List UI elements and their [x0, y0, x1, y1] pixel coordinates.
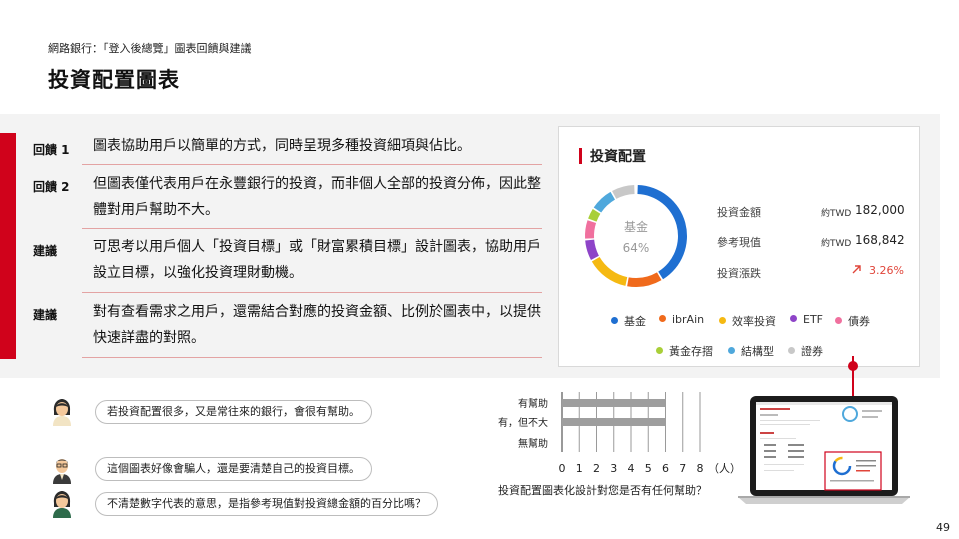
feedback-text: 但圖表僅代表用戶在永豐銀行的投資，而非個人全部的投資分佈，因此整體對用戶幫助不大… [93, 176, 541, 218]
legend-label: 證券 [801, 345, 823, 358]
card-title: 投資配置 [590, 149, 646, 165]
donut-segment [588, 208, 601, 222]
legend-item: 黃金存摺 [656, 343, 713, 359]
suggestion-text: 可思考以用戶個人「投資目標」或「財富累積目標」設計圖表，協助用戶設立目標，以強化… [93, 239, 541, 281]
page-title: 投資配置圖表 [48, 68, 180, 92]
legend-dot [656, 347, 663, 354]
legend-label: 黃金存摺 [669, 345, 713, 358]
feedback-divider [82, 292, 542, 293]
x-tick-label: 1 [576, 462, 583, 475]
survey-bar [562, 399, 666, 407]
legend-label: 基金 [624, 315, 646, 328]
investment-allocation-card: 投資配置 基金 64% 投資金額 約TWD 182,000 參考現值 約TWD … [558, 126, 920, 367]
legend-dot [835, 317, 842, 324]
comment-bubble: 不清楚數字代表的意思，是指參考現值對投資總金額的百分比嗎？ [95, 492, 438, 516]
x-tick-label: 0 [559, 462, 566, 475]
legend-dot [659, 315, 666, 322]
donut-segment [627, 272, 662, 287]
feedback-divider [82, 228, 542, 229]
legend-item: ibrAin [659, 313, 704, 326]
x-tick-label: 2 [593, 462, 600, 475]
feedback-divider [82, 164, 542, 165]
donut-center-label: 基金 [623, 220, 648, 234]
x-tick-label: 7 [679, 462, 686, 475]
stat-label-current-value: 參考現值 [717, 236, 761, 249]
female-user-icon [53, 399, 71, 426]
stat-currency-prefix: 約TWD [821, 239, 852, 249]
female-user-icon [53, 491, 71, 518]
stat-value-current-value: 168,842 [855, 233, 905, 247]
accent-bar [0, 133, 16, 359]
stat-label-invest-amount: 投資金額 [717, 206, 761, 219]
legend-label: 結構型 [741, 345, 774, 358]
feedback-tag: 回饋 2 [33, 180, 70, 194]
legend-item: 證券 [788, 343, 823, 359]
x-tick-label: 4 [628, 462, 635, 475]
feedback-text: 圖表協助用戶以簡單的方式，同時呈現多種投資細項與佔比。 [93, 138, 471, 154]
suggestion-tag: 建議 [33, 244, 58, 258]
male-user-icon [53, 459, 71, 484]
donut-segment [585, 239, 599, 260]
x-tick-label: 8 [697, 462, 704, 475]
suggestion-tag: 建議 [33, 308, 58, 322]
stat-label-change: 投資漲跌 [717, 267, 761, 280]
stat-value-change: 3.26% [869, 264, 904, 277]
allocation-donut [585, 185, 687, 287]
feedback-tag: 回饋 1 [33, 143, 70, 157]
stat-currency-prefix: 約TWD [821, 209, 852, 219]
legend-item: ETF [790, 313, 823, 326]
legend-item: 結構型 [728, 343, 774, 359]
arrow-up-right-icon [852, 265, 861, 274]
legend-item: 效率投資 [719, 313, 776, 329]
donut-segment [612, 185, 635, 199]
legend-dot [790, 315, 797, 322]
feedback-divider [82, 357, 542, 358]
legend-label: 債券 [848, 315, 870, 328]
laptop-screenshot-illustration [738, 396, 910, 504]
x-tick-label: 5 [645, 462, 652, 475]
survey-bar [562, 418, 666, 426]
callout-connector-dot [848, 361, 858, 371]
donut-segment [593, 191, 615, 213]
legend-label: ibrAin [672, 313, 705, 326]
x-tick-label: 6 [662, 462, 669, 475]
category-label: 有幫助 [518, 397, 548, 410]
donut-segment [591, 257, 628, 286]
legend-item: 基金 [611, 313, 646, 329]
card-title-accent [579, 148, 582, 164]
donut-center-percent: 64% [622, 241, 650, 255]
legend-dot [611, 317, 618, 324]
survey-bar-chart: 有幫助有，但不大無幫助 012345678 （人） [498, 392, 735, 475]
legend-dot [788, 347, 795, 354]
survey-question: 投資配置圖表化設計對您是否有任何幫助？ [498, 484, 707, 497]
comment-bubble: 這個圖表好像會騙人，還是要清楚自己的投資目標。 [95, 457, 372, 481]
x-tick-label: 3 [610, 462, 617, 475]
suggestion-text: 對有查看需求之用戶，還需結合對應的投資金額、比例於圖表中，以提供快速詳盡的對照。 [93, 304, 541, 346]
legend-item: 債券 [835, 313, 870, 329]
legend-dot [728, 347, 735, 354]
comment-bubble: 若投資配置很多，又是常往來的銀行，會很有幫助。 [95, 400, 372, 424]
legend-label: ETF [803, 313, 823, 326]
donut-segment [585, 220, 597, 239]
category-label: 無幫助 [518, 437, 548, 450]
category-label: 有，但不大 [498, 416, 548, 429]
stat-value-invest-amount: 182,000 [855, 203, 905, 217]
breadcrumb: 網路銀行：「登入後總覽」圖表回饋與建議 [48, 42, 252, 55]
legend-dot [719, 317, 726, 324]
x-unit-label: （人） [708, 462, 735, 475]
page-number: 49 [936, 521, 950, 534]
legend-label: 效率投資 [732, 315, 776, 328]
